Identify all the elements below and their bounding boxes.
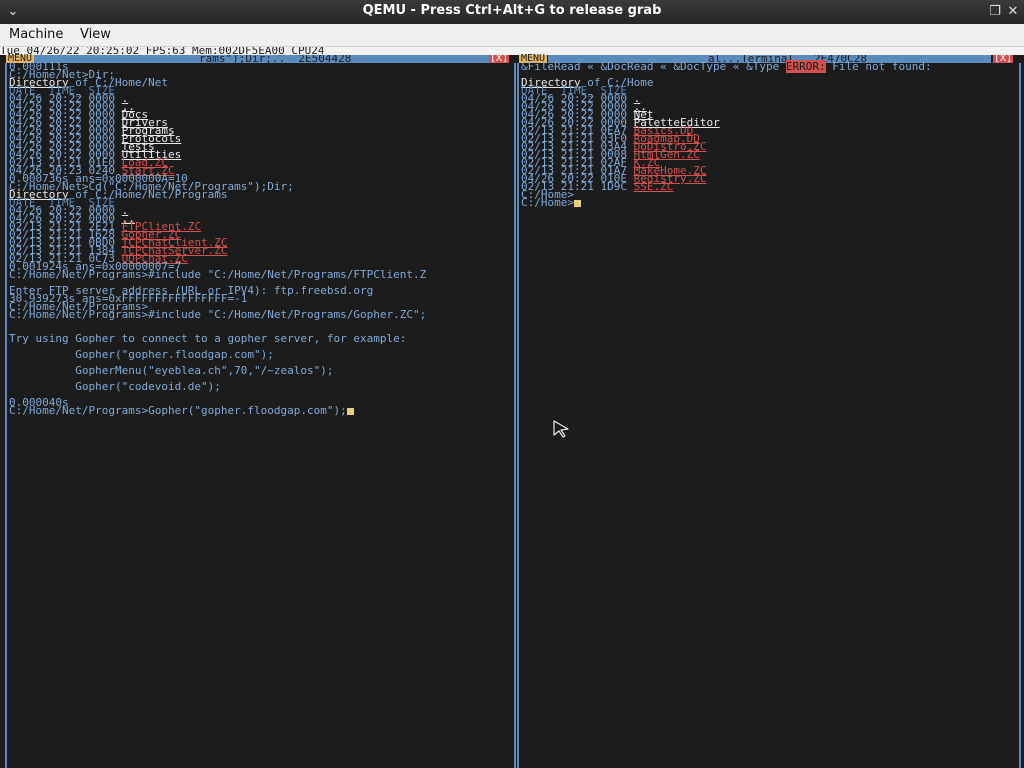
error-line: &FileRead « &DocRead « &DocType « &Type …: [521, 60, 932, 73]
close-icon[interactable]: ✕: [1004, 2, 1022, 22]
prompt-text: C:/Home>: [521, 196, 574, 209]
text-cursor: [573, 199, 581, 207]
line: C:/Home/Net/Programs>#include "C:/Home/N…: [9, 268, 427, 281]
line: GopherMenu("eyeblea.ch",70,"/~zealos");: [9, 364, 334, 377]
templeos-screen[interactable]: Tue 04/26/22 20:25:02 FPS:63 Mem:002DF5E…: [0, 47, 1024, 768]
mouse-pointer-icon: [553, 420, 569, 438]
left-window-border-left: [5, 63, 7, 768]
window-title: QEMU - Press Ctrl+Alt+G to release grab: [362, 3, 662, 18]
right-window-border-left[interactable]: [517, 63, 519, 768]
line: C:/Home/Net/Programs>#include "C:/Home/N…: [9, 308, 427, 321]
menu-view[interactable]: View: [80, 27, 111, 42]
error-trace: &FileRead « &DocRead « &DocType « &Type: [521, 60, 786, 73]
error-message: File not found:: [825, 60, 932, 73]
command-text: C:/Home/Net/Programs>Gopher("gopher.floo…: [9, 404, 347, 417]
right-window-border-right: [1019, 63, 1021, 768]
menubar: Machine View: [0, 24, 1024, 47]
restore-icon[interactable]: ❐: [986, 2, 1004, 22]
right-close-button[interactable]: [X]: [993, 54, 1014, 64]
left-window-title[interactable]: rams");Dir;.. 2E504428: [34, 55, 489, 63]
line: Gopher("gopher.floodgap.com");: [9, 348, 274, 361]
left-window-border-right[interactable]: [514, 63, 516, 768]
status-bar: Tue 04/26/22 20:25:02 FPS:63 Mem:002DF5E…: [0, 47, 1024, 55]
file-entry[interactable]: SSE.ZC: [634, 180, 674, 193]
window-title-bar[interactable]: ⌄ QEMU - Press Ctrl+Alt+G to release gra…: [0, 0, 1024, 24]
line: Gopher("codevoid.de");: [9, 380, 221, 393]
menu-machine[interactable]: Machine: [9, 27, 63, 42]
left-close-button[interactable]: [X]: [489, 54, 510, 64]
command-line[interactable]: C:/Home>: [521, 196, 581, 209]
command-line[interactable]: C:/Home/Net/Programs>Gopher("gopher.floo…: [9, 404, 354, 417]
text-cursor: [346, 407, 354, 415]
error-badge: ERROR:: [785, 60, 826, 73]
line: Try using Gopher to connect to a gopher …: [9, 332, 407, 345]
